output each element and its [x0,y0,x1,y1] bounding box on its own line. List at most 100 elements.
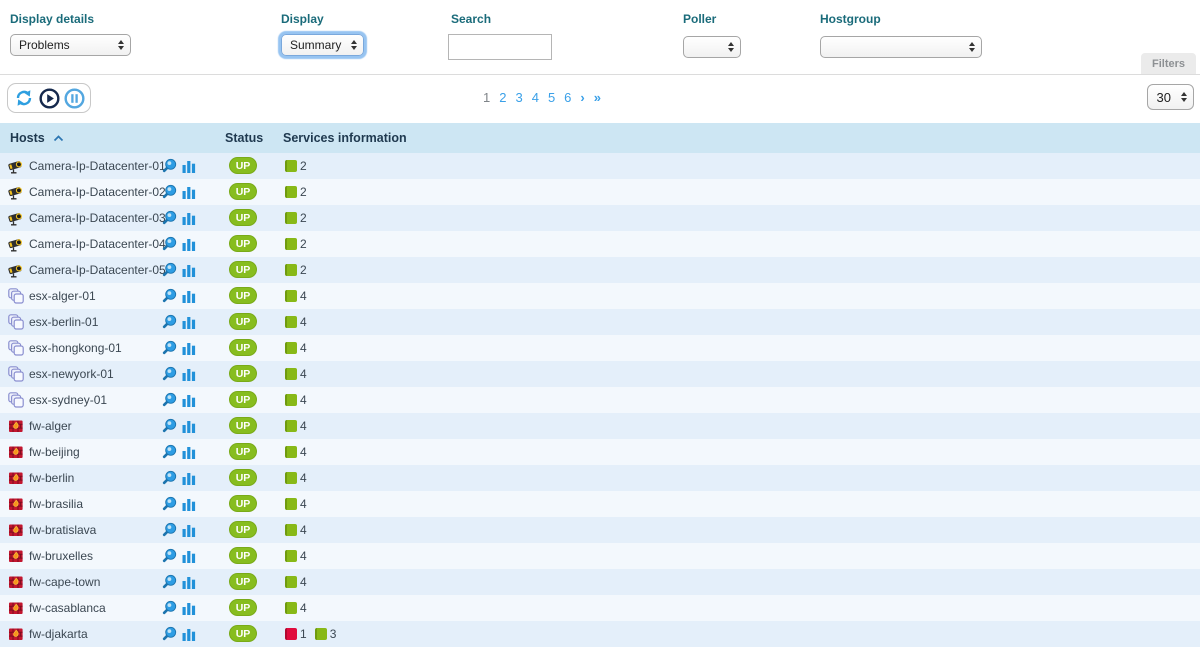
performance-graph-button[interactable] [182,237,196,251]
service-details-button[interactable] [162,366,177,381]
service-count-ok[interactable]: 4 [285,549,307,563]
performance-graph-button[interactable] [182,315,196,329]
host-name[interactable]: fw-djakarta [29,627,88,641]
host-name[interactable]: esx-hongkong-01 [29,341,122,355]
service-count-ok[interactable]: 4 [285,497,307,511]
table-row: fw-cape-town UP 4 [0,569,1200,595]
performance-graph-button[interactable] [182,575,196,589]
service-count-ok[interactable]: 2 [285,159,307,173]
host-name[interactable]: fw-alger [29,419,72,433]
performance-graph-button[interactable] [182,523,196,537]
page-link[interactable]: 2 [499,90,506,105]
service-details-button[interactable] [162,600,177,615]
service-count-ok[interactable]: 4 [285,471,307,485]
performance-graph-button[interactable] [182,419,196,433]
bar-chart-icon [182,601,196,615]
host-name[interactable]: Camera-Ip-Datacenter-03 [29,211,166,225]
service-details-button[interactable] [162,288,177,303]
last-page-button[interactable]: » [594,90,601,105]
service-count-ok[interactable]: 4 [285,289,307,303]
service-count-ok[interactable]: 4 [285,367,307,381]
host-name[interactable]: fw-bruxelles [29,549,93,563]
critical-square-icon [285,628,297,640]
service-details-button[interactable] [162,236,177,251]
performance-graph-button[interactable] [182,185,196,199]
service-count-ok[interactable]: 4 [285,445,307,459]
host-name[interactable]: Camera-Ip-Datacenter-01 [29,159,166,173]
host-name[interactable]: fw-casablanca [29,601,106,615]
performance-graph-button[interactable] [182,549,196,563]
performance-graph-button[interactable] [182,445,196,459]
performance-graph-button[interactable] [182,211,196,225]
page-link[interactable]: 5 [548,90,555,105]
host-name[interactable]: Camera-Ip-Datacenter-02 [29,185,166,199]
host-name[interactable]: fw-cape-town [29,575,100,589]
filters-tab[interactable]: Filters [1141,53,1196,74]
service-details-button[interactable] [162,340,177,355]
service-details-button[interactable] [162,522,177,537]
service-count-ok[interactable]: 2 [285,237,307,251]
host-name[interactable]: fw-berlin [29,471,74,485]
host-name[interactable]: fw-bratislava [29,523,96,537]
service-count-ok[interactable]: 2 [285,211,307,225]
search-input[interactable] [448,34,552,60]
pause-button[interactable] [63,87,85,109]
performance-graph-button[interactable] [182,393,196,407]
hostgroup-select[interactable] [820,36,982,58]
display-select[interactable]: Summary [281,34,364,56]
page-link[interactable]: 6 [564,90,571,105]
ok-square-icon [285,420,297,432]
host-name[interactable]: esx-berlin-01 [29,315,98,329]
service-details-button[interactable] [162,262,177,277]
service-details-button[interactable] [162,496,177,511]
performance-graph-button[interactable] [182,263,196,277]
performance-graph-button[interactable] [182,341,196,355]
service-count-ok[interactable]: 4 [285,393,307,407]
host-name[interactable]: esx-newyork-01 [29,367,114,381]
service-details-button[interactable] [162,444,177,459]
play-button[interactable] [38,87,60,109]
service-count-critical[interactable]: 1 [285,627,307,641]
poller-select[interactable] [683,36,741,58]
service-details-button[interactable] [162,548,177,563]
service-details-button[interactable] [162,470,177,485]
performance-graph-button[interactable] [182,627,196,641]
page-link[interactable]: 4 [532,90,539,105]
host-name[interactable]: fw-beijing [29,445,80,459]
host-name[interactable]: esx-alger-01 [29,289,96,303]
service-details-button[interactable] [162,574,177,589]
service-details-button[interactable] [162,626,177,641]
service-details-button[interactable] [162,158,177,173]
service-count-ok[interactable]: 4 [285,601,307,615]
host-name[interactable]: fw-brasilia [29,497,83,511]
service-count-ok[interactable]: 4 [285,341,307,355]
performance-graph-button[interactable] [182,497,196,511]
service-details-button[interactable] [162,314,177,329]
service-details-button[interactable] [162,392,177,407]
host-name[interactable]: esx-sydney-01 [29,393,107,407]
service-count-ok[interactable]: 2 [285,185,307,199]
performance-graph-button[interactable] [182,471,196,485]
page-size-select[interactable]: 30 [1147,84,1194,110]
next-page-button[interactable]: › [580,90,584,105]
service-count-ok[interactable]: 4 [285,315,307,329]
column-header-hosts[interactable]: Hosts [10,131,64,145]
service-count-ok[interactable]: 2 [285,263,307,277]
display-details-select[interactable]: Problems [10,34,131,56]
service-count-ok[interactable]: 4 [285,523,307,537]
service-count-ok[interactable]: 4 [285,575,307,589]
page-link[interactable]: 3 [515,90,522,105]
service-count-ok[interactable]: 4 [285,419,307,433]
service-details-button[interactable] [162,418,177,433]
performance-graph-button[interactable] [182,367,196,381]
page-current[interactable]: 1 [483,90,490,105]
host-name[interactable]: Camera-Ip-Datacenter-05 [29,263,166,277]
service-count-ok[interactable]: 3 [315,627,337,641]
service-details-button[interactable] [162,210,177,225]
performance-graph-button[interactable] [182,601,196,615]
performance-graph-button[interactable] [182,289,196,303]
refresh-button[interactable] [13,87,35,109]
service-details-button[interactable] [162,184,177,199]
host-name[interactable]: Camera-Ip-Datacenter-04 [29,237,166,251]
performance-graph-button[interactable] [182,159,196,173]
